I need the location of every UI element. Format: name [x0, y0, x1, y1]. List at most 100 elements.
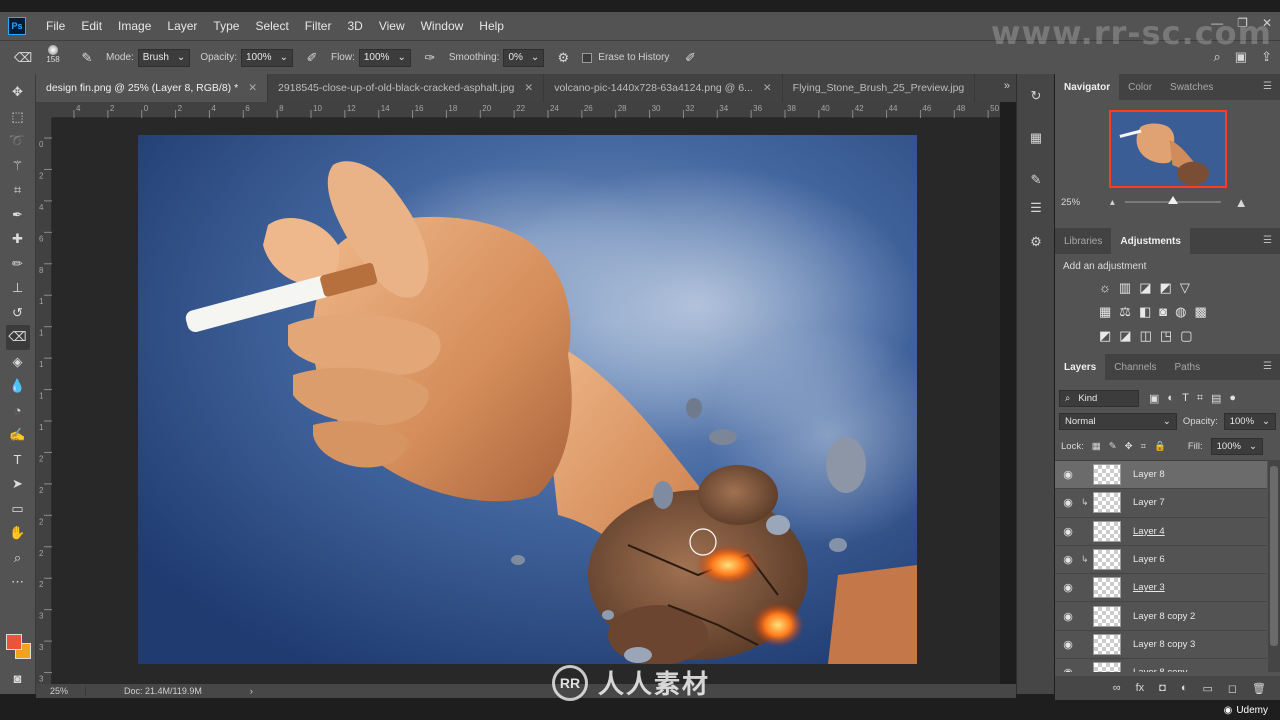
layers-scrollbar[interactable] [1268, 460, 1280, 672]
layer-thumbnail[interactable] [1093, 492, 1121, 514]
magic-wand-tool-icon[interactable]: ⚚ [6, 154, 30, 179]
tab-design-fin[interactable]: design fin.png @ 25% (Layer 8, RGB/8) * ✕ [36, 74, 268, 102]
brush-settings-icon[interactable]: ✎ [78, 49, 96, 67]
layer-name[interactable]: Layer 6 [1133, 554, 1165, 565]
layer-row[interactable]: ◉ Layer 8 [1055, 461, 1267, 490]
erase-history-checkbox[interactable] [582, 52, 593, 63]
layer-row[interactable]: ◉ Layer 8 copy 2 [1055, 602, 1267, 631]
lock-artboard-icon[interactable]: ⌗ [1141, 441, 1146, 452]
channels-mixer-icon[interactable]: ⚙ [1017, 228, 1055, 256]
menu-3d[interactable]: 3D [339, 19, 370, 33]
layer-thumbnail[interactable] [1093, 549, 1121, 571]
layer-thumbnail[interactable] [1093, 464, 1121, 486]
visibility-eye-icon[interactable]: ◉ [1055, 496, 1081, 509]
scrollbar-thumb[interactable] [1270, 466, 1278, 646]
shape-filter-icon[interactable]: ⌗ [1197, 392, 1203, 405]
pixel-filter-icon[interactable]: ▣ [1149, 392, 1159, 405]
visibility-eye-icon[interactable]: ◉ [1055, 638, 1081, 651]
invert-icon[interactable]: ◩ [1099, 328, 1111, 344]
tab-navigator[interactable]: Navigator [1055, 74, 1120, 100]
menu-file[interactable]: File [38, 19, 73, 33]
move-tool-icon[interactable]: ✥ [6, 80, 30, 105]
hand-tool-icon[interactable]: ✋ [6, 521, 30, 546]
layer-style-icon[interactable]: fx [1136, 682, 1145, 694]
document-canvas[interactable] [138, 135, 917, 664]
menu-image[interactable]: Image [110, 19, 159, 33]
layer-row[interactable]: ◉ ↳ Layer 7 [1055, 489, 1267, 518]
zoom-in-icon[interactable]: ▲ [1235, 195, 1248, 210]
type-filter-icon[interactable]: T [1182, 392, 1189, 405]
selective-color-icon[interactable]: ◳ [1160, 328, 1172, 344]
layer-opacity-input[interactable]: 100% ⌄ [1223, 413, 1276, 430]
gear-icon[interactable]: ⚙ [554, 49, 572, 67]
levels-icon[interactable]: ▥ [1119, 280, 1131, 296]
tab-asphalt[interactable]: 2918545-close-up-of-old-black-cracked-as… [268, 74, 545, 102]
adjustment-filter-icon[interactable]: ◐ [1167, 392, 1174, 405]
menu-edit[interactable]: Edit [73, 19, 110, 33]
layer-name[interactable]: Layer 8 copy 3 [1133, 639, 1195, 650]
brush-panel-icon[interactable]: ▦ [1017, 124, 1055, 152]
navigator-zoom-value[interactable]: 25% [1061, 197, 1080, 208]
lasso-tool-icon[interactable]: ➰ [6, 129, 30, 154]
delete-layer-icon[interactable]: 🗑 [1252, 682, 1266, 695]
rectangle-tool-icon[interactable]: ▭ [6, 497, 30, 522]
gradient-map-icon[interactable]: ▢ [1180, 328, 1192, 344]
pen-tool-icon[interactable]: ✍ [6, 423, 30, 448]
brush-preset-picker[interactable]: 158 [42, 44, 64, 71]
path-selection-tool-icon[interactable]: ➤ [6, 472, 30, 497]
fill-input[interactable]: 100% ⌄ [1210, 438, 1263, 455]
navigator-zoom-slider[interactable] [1124, 196, 1221, 204]
tab-paths[interactable]: Paths [1166, 354, 1210, 380]
color-balance-icon[interactable]: ⚖ [1119, 304, 1131, 320]
crop-tool-icon[interactable]: ⌗ [6, 178, 30, 203]
menu-filter[interactable]: Filter [297, 19, 340, 33]
blur-tool-icon[interactable]: 💧 [6, 374, 30, 399]
close-icon[interactable]: ✕ [763, 82, 772, 94]
link-layers-icon[interactable]: ∞ [1113, 682, 1121, 694]
tab-libraries[interactable]: Libraries [1055, 228, 1111, 254]
dodge-tool-icon[interactable]: ◔ [6, 399, 30, 424]
brush-settings-panel-icon[interactable]: ✎ [1017, 166, 1055, 194]
eraser-tool-icon[interactable]: ⌫ [14, 49, 32, 67]
menu-help[interactable]: Help [471, 19, 512, 33]
eyedropper-tool-icon[interactable]: ✒ [6, 203, 30, 228]
panel-menu-icon[interactable]: ☰ [1263, 235, 1272, 246]
threshold-icon[interactable]: ◫ [1140, 328, 1152, 344]
blend-mode-select[interactable]: Normal ⌄ [1059, 413, 1177, 430]
tab-swatches[interactable]: Swatches [1161, 74, 1222, 100]
flow-input[interactable]: 100% ⌄ [358, 48, 411, 67]
add-mask-icon[interactable]: ◘ [1159, 682, 1166, 694]
lock-all-icon[interactable]: 🔒 [1154, 441, 1166, 452]
tab-channels[interactable]: Channels [1105, 354, 1165, 380]
filter-toggle-icon[interactable]: ● [1229, 392, 1236, 405]
eraser-tool-icon[interactable]: ⌫ [5, 325, 30, 350]
tab-flying-stone[interactable]: Flying_Stone_Brush_25_Preview.jpg [783, 74, 976, 102]
menu-view[interactable]: View [371, 19, 413, 33]
visibility-eye-icon[interactable]: ◉ [1055, 666, 1081, 672]
menu-select[interactable]: Select [247, 19, 296, 33]
close-icon[interactable]: ✕ [524, 82, 533, 94]
new-layer-icon[interactable]: ◻ [1228, 682, 1237, 695]
status-zoom[interactable]: 25% [36, 686, 86, 696]
layer-name[interactable]: Layer 8 copy [1133, 667, 1187, 672]
visibility-eye-icon[interactable]: ◉ [1055, 525, 1081, 538]
layer-thumbnail[interactable] [1093, 577, 1121, 599]
quick-mask-icon[interactable]: ◙ [6, 666, 30, 691]
navigator-thumbnail[interactable] [1109, 110, 1227, 188]
panel-menu-icon[interactable]: ☰ [1263, 361, 1272, 372]
airbrush-icon[interactable]: ✑ [421, 49, 439, 67]
history-panel-icon[interactable]: ↻ [1017, 82, 1055, 110]
layer-thumbnail[interactable] [1093, 662, 1121, 672]
channel-mixer-icon[interactable]: ◍ [1175, 304, 1186, 320]
status-menu-arrow[interactable]: › [250, 686, 253, 696]
tab-layers[interactable]: Layers [1055, 354, 1106, 380]
panel-menu-icon[interactable]: ☰ [1263, 81, 1272, 92]
lock-position-icon[interactable]: ✥ [1125, 441, 1133, 452]
layer-name[interactable]: Layer 4 [1133, 526, 1165, 537]
lock-image-icon[interactable]: ✎ [1109, 441, 1117, 452]
close-icon[interactable]: ✕ [248, 82, 257, 94]
new-adjustment-icon[interactable]: ◐ [1181, 682, 1188, 694]
layer-thumbnail[interactable] [1093, 520, 1121, 542]
tab-adjustments[interactable]: Adjustments [1111, 228, 1190, 254]
foreground-color-swatch[interactable] [6, 634, 22, 650]
